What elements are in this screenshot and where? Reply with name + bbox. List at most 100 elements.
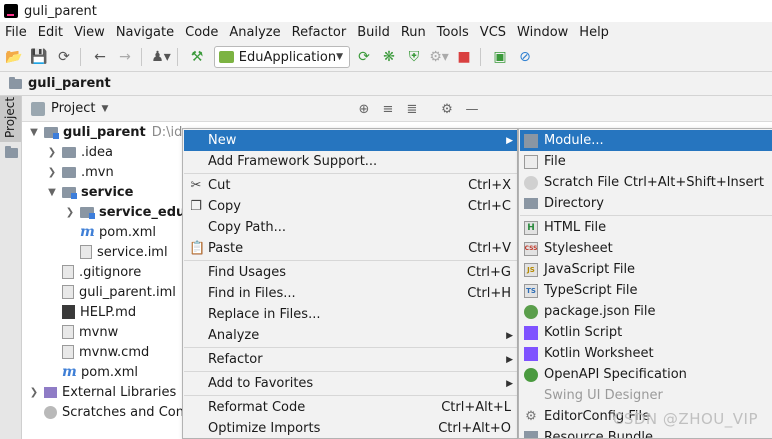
project-side-tab[interactable]: Project bbox=[0, 96, 21, 142]
submenu-item-scratch-file[interactable]: Scratch File Ctrl+Alt+Shift+Insert bbox=[520, 172, 772, 193]
breadcrumb[interactable]: guli_parent bbox=[28, 76, 111, 91]
folder-icon bbox=[62, 166, 76, 178]
rerun-icon[interactable]: ⟳ bbox=[353, 46, 375, 68]
expand-arrow-icon[interactable]: ▼ bbox=[46, 187, 58, 198]
submenu-item-label: Kotlin Script bbox=[544, 325, 623, 340]
activity-monitor-icon[interactable]: ▣ bbox=[489, 46, 511, 68]
tree-row-pom-root[interactable]: m pom.xml bbox=[58, 362, 138, 382]
menu-window[interactable]: Window bbox=[512, 25, 574, 40]
menu-item-label: Optimize Imports bbox=[208, 421, 321, 436]
script-file-icon bbox=[62, 325, 74, 339]
submenu-item-file[interactable]: File bbox=[520, 151, 772, 172]
watermark: CSDN @ZHOU_VIP bbox=[612, 410, 758, 428]
menu-tools[interactable]: Tools bbox=[432, 25, 475, 40]
no-entry-icon[interactable]: ⊘ bbox=[514, 46, 536, 68]
menu-item-find-usages[interactable]: Find Usages Ctrl+G bbox=[184, 262, 517, 283]
coverage-icon[interactable]: ⛨ bbox=[403, 46, 425, 68]
tree-row-service-edu[interactable]: ❯ service_edu bbox=[64, 202, 186, 222]
chevron-down-icon[interactable]: ▼ bbox=[101, 104, 108, 114]
markdown-file-icon bbox=[62, 305, 75, 319]
submenu-item-javascript[interactable]: JS JavaScript File bbox=[520, 259, 772, 280]
menu-item-paste[interactable]: 📋 Paste Ctrl+V bbox=[184, 238, 517, 259]
submenu-item-resource-bundle[interactable]: Resource Bundle bbox=[520, 427, 772, 438]
tree-row-service-iml[interactable]: service.iml bbox=[76, 242, 168, 262]
tree-item-label: .mvn bbox=[81, 164, 114, 180]
sync-icon[interactable]: ⟳ bbox=[53, 46, 75, 68]
run-configuration-select[interactable]: EduApplication ▼ bbox=[214, 46, 350, 68]
submenu-item-kotlin-worksheet[interactable]: Kotlin Worksheet bbox=[520, 343, 772, 364]
tree-row-idea[interactable]: ❯ .idea bbox=[46, 142, 113, 162]
menu-file[interactable]: File bbox=[0, 25, 33, 40]
submenu-item-typescript[interactable]: TS TypeScript File bbox=[520, 280, 772, 301]
menu-item-refactor[interactable]: Refactor ▶ bbox=[184, 349, 517, 370]
menu-item-add-to-favorites[interactable]: Add to Favorites ▶ bbox=[184, 373, 517, 394]
menu-item-cut[interactable]: ✂ Cut Ctrl+X bbox=[184, 175, 517, 196]
expand-arrow-icon[interactable]: ▼ bbox=[28, 127, 40, 138]
collapse-arrow-icon[interactable]: ❯ bbox=[28, 387, 40, 398]
menu-item-new[interactable]: New ▶ bbox=[184, 130, 517, 151]
expand-all-icon[interactable]: ≡ bbox=[380, 101, 396, 117]
tree-row-external-libraries[interactable]: ❯ External Libraries bbox=[28, 382, 176, 402]
tree-row-mvnw-cmd[interactable]: mvnw.cmd bbox=[58, 342, 149, 362]
menu-item-label: Add Framework Support... bbox=[208, 154, 378, 169]
submenu-item-package-json[interactable]: package.json File bbox=[520, 301, 772, 322]
submenu-item-directory[interactable]: Directory bbox=[520, 193, 772, 214]
tree-row-help[interactable]: HELP.md bbox=[58, 302, 136, 322]
submenu-item-html[interactable]: H HTML File bbox=[520, 217, 772, 238]
project-panel-title[interactable]: Project bbox=[51, 101, 95, 116]
menu-item-copy[interactable]: ❐ Copy Ctrl+C bbox=[184, 196, 517, 217]
debug-bug-icon[interactable]: ❋ bbox=[378, 46, 400, 68]
forward-arrow-icon[interactable]: → bbox=[114, 46, 136, 68]
menu-item-reformat-code[interactable]: Reformat Code Ctrl+Alt+L bbox=[184, 397, 517, 418]
gitignore-file-icon bbox=[62, 265, 74, 279]
menu-run[interactable]: Run bbox=[396, 25, 432, 40]
tree-row-pom-service[interactable]: m pom.xml bbox=[76, 222, 156, 242]
tree-row-mvn[interactable]: ❯ .mvn bbox=[46, 162, 114, 182]
build-hammer-icon[interactable]: ⚒ bbox=[186, 46, 208, 68]
submenu-item-label: package.json File bbox=[544, 304, 656, 319]
collapse-arrow-icon[interactable]: ❯ bbox=[46, 147, 58, 158]
tree-row-gitignore[interactable]: .gitignore bbox=[58, 262, 141, 282]
menu-item-optimize-imports[interactable]: Optimize Imports Ctrl+Alt+O bbox=[184, 418, 517, 439]
menu-vcs[interactable]: VCS bbox=[475, 25, 512, 40]
tree-row-mvnw[interactable]: mvnw bbox=[58, 322, 118, 342]
menu-item-replace-in-files[interactable]: Replace in Files... bbox=[184, 304, 517, 325]
collapse-arrow-icon[interactable]: ❯ bbox=[64, 207, 76, 218]
menu-view[interactable]: View bbox=[69, 25, 111, 40]
minimize-icon[interactable]: — bbox=[464, 101, 480, 117]
collapse-all-icon[interactable]: ≣ bbox=[404, 101, 420, 117]
menu-edit[interactable]: Edit bbox=[33, 25, 69, 40]
menu-code[interactable]: Code bbox=[180, 25, 224, 40]
back-arrow-icon[interactable]: ← bbox=[89, 46, 111, 68]
menu-refactor[interactable]: Refactor bbox=[287, 25, 353, 40]
folder-icon[interactable] bbox=[5, 146, 18, 158]
stop-icon[interactable]: ■ bbox=[453, 46, 475, 68]
gear-icon[interactable]: ⚙ bbox=[439, 101, 455, 117]
project-view-icon bbox=[31, 101, 45, 116]
menu-build[interactable]: Build bbox=[352, 25, 396, 40]
menu-separator bbox=[520, 215, 772, 216]
menu-item-find-in-files[interactable]: Find in Files... Ctrl+H bbox=[184, 283, 517, 304]
menu-analyze[interactable]: Analyze bbox=[224, 25, 286, 40]
openapi-icon bbox=[524, 367, 538, 382]
collapse-arrow-icon[interactable]: ❯ bbox=[46, 167, 58, 178]
menu-navigate[interactable]: Navigate bbox=[111, 25, 180, 40]
submenu-item-kotlin-script[interactable]: Kotlin Script bbox=[520, 322, 772, 343]
save-all-icon[interactable]: 💾 bbox=[28, 46, 50, 68]
menu-item-label: New bbox=[208, 133, 237, 148]
user-dropdown-icon[interactable]: ♟▾ bbox=[150, 46, 172, 68]
tree-row-service[interactable]: ▼ service bbox=[46, 182, 133, 202]
tree-row-root[interactable]: ▼ guli_parent D:\idea bbox=[28, 122, 198, 142]
menu-item-shortcut: Ctrl+Alt+O bbox=[438, 421, 511, 436]
submenu-item-module[interactable]: Module... bbox=[520, 130, 772, 151]
menu-item-copy-path[interactable]: Copy Path... bbox=[184, 217, 517, 238]
submenu-item-openapi[interactable]: OpenAPI Specification bbox=[520, 364, 772, 385]
tree-row-parent-iml[interactable]: guli_parent.iml bbox=[58, 282, 176, 302]
menu-item-add-framework[interactable]: Add Framework Support... bbox=[184, 151, 517, 172]
open-folder-icon[interactable]: 📂 bbox=[3, 46, 25, 68]
profile-icon[interactable]: ⚙▾ bbox=[428, 46, 450, 68]
locate-target-icon[interactable]: ⊕ bbox=[356, 101, 372, 117]
menu-help[interactable]: Help bbox=[574, 25, 615, 40]
menu-item-analyze[interactable]: Analyze ▶ bbox=[184, 325, 517, 346]
submenu-item-stylesheet[interactable]: CSS Stylesheet bbox=[520, 238, 772, 259]
